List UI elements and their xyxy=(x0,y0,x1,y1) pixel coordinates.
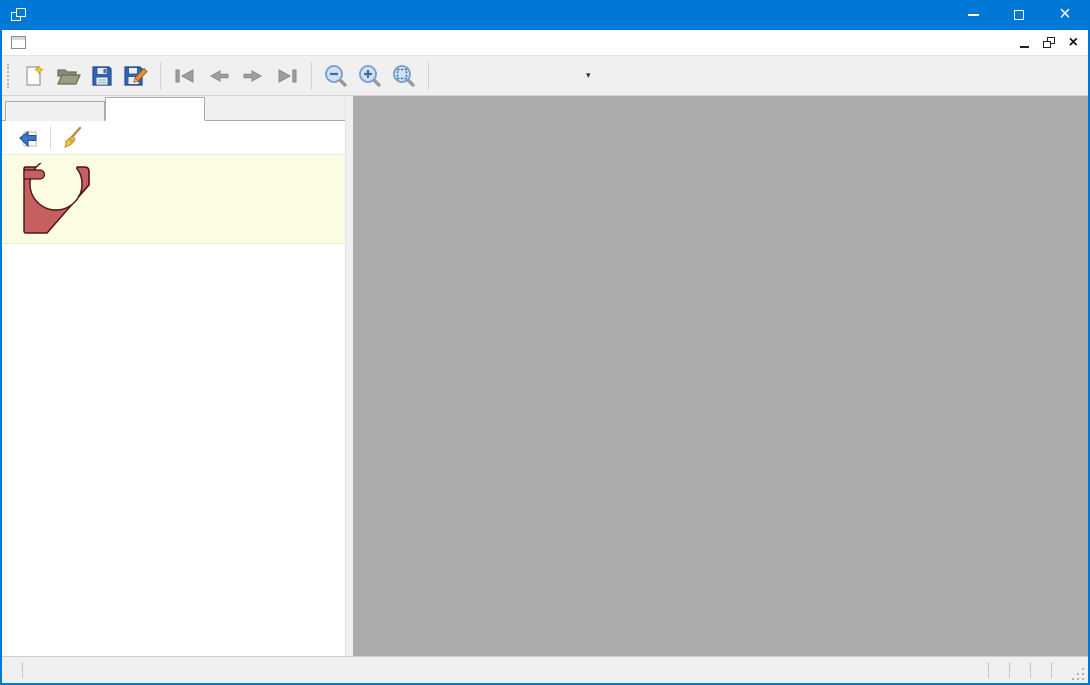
part-thumbnail xyxy=(14,163,100,237)
toolbar-separator xyxy=(428,62,429,90)
mdi-minimize-button[interactable] xyxy=(1020,38,1029,48)
minimize-icon xyxy=(968,14,979,16)
first-plate-button[interactable] xyxy=(170,61,200,91)
new-file-icon xyxy=(22,64,46,88)
status-bar xyxy=(2,656,1088,683)
next-plate-button[interactable] xyxy=(238,61,268,91)
app-icon xyxy=(11,8,27,22)
return-to-drawing-button[interactable] xyxy=(14,124,44,152)
go-previous-icon xyxy=(206,64,232,88)
nest-canvas-pane[interactable] xyxy=(353,96,1088,656)
toolbar-separator xyxy=(311,62,312,90)
drawings-panel xyxy=(2,96,345,656)
previous-plate-button[interactable] xyxy=(204,61,234,91)
save-as-button[interactable] xyxy=(121,61,151,91)
document-icon[interactable] xyxy=(11,36,26,49)
zoom-out-icon xyxy=(323,63,349,89)
zoom-out-button[interactable] xyxy=(321,61,351,91)
drawings-toolbar xyxy=(2,121,345,154)
new-file-button[interactable] xyxy=(19,61,49,91)
menu-bar: × xyxy=(2,30,1088,56)
main-toolbar: ▾ xyxy=(2,56,1088,96)
clean-button[interactable] xyxy=(57,124,87,152)
status-separator xyxy=(1009,662,1010,678)
panel-tabstrip xyxy=(2,96,345,121)
tab-plates[interactable] xyxy=(5,101,105,121)
blue-back-arrow-icon xyxy=(17,126,41,150)
title-bar: × xyxy=(2,0,1088,30)
resize-grip[interactable] xyxy=(1072,668,1084,680)
status-separator xyxy=(988,662,989,678)
nest-canvas[interactable] xyxy=(353,96,1088,656)
zoom-in-icon xyxy=(357,63,383,89)
save-icon xyxy=(90,64,114,88)
tab-drawings[interactable] xyxy=(105,97,205,121)
toolbar-separator xyxy=(160,62,161,90)
main-area xyxy=(2,96,1088,656)
mdi-close-button[interactable]: × xyxy=(1069,35,1078,51)
maximize-icon xyxy=(1014,10,1024,20)
close-button[interactable]: × xyxy=(1042,0,1088,30)
zoom-in-button[interactable] xyxy=(355,61,385,91)
app-window: × × xyxy=(0,0,1090,685)
chevron-down-icon: ▾ xyxy=(586,70,591,81)
open-folder-icon xyxy=(55,64,81,88)
zoom-fit-icon xyxy=(391,63,417,89)
open-file-button[interactable] xyxy=(53,61,83,91)
toolbar-grip[interactable] xyxy=(7,64,11,88)
mdi-restore-button[interactable] xyxy=(1043,37,1055,48)
last-plate-button[interactable] xyxy=(272,61,302,91)
maximize-button[interactable] xyxy=(996,0,1042,30)
minimize-button[interactable] xyxy=(950,0,996,30)
close-icon: × xyxy=(1059,4,1071,24)
toolbar-separator xyxy=(50,126,51,150)
go-next-icon xyxy=(240,64,266,88)
zoom-fit-button[interactable] xyxy=(389,61,419,91)
panel-splitter[interactable] xyxy=(345,96,353,656)
status-separator xyxy=(1051,662,1052,678)
mdi-close-icon: × xyxy=(1069,34,1078,51)
go-first-icon xyxy=(172,64,198,88)
save-button[interactable] xyxy=(87,61,117,91)
broom-icon xyxy=(60,126,84,150)
status-separator xyxy=(1030,662,1031,678)
mdi-minimize-icon xyxy=(1020,46,1029,48)
save-as-icon xyxy=(123,64,149,88)
engine-combobox[interactable]: ▾ xyxy=(458,70,601,81)
status-separator xyxy=(22,662,23,678)
go-last-icon xyxy=(274,64,300,88)
drawing-list-item[interactable] xyxy=(2,154,345,244)
